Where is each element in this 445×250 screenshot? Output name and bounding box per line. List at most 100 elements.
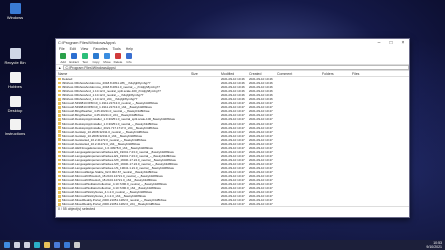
desktop-icon-label: Recycle Bin (4, 60, 26, 65)
store-icon[interactable] (54, 242, 60, 248)
folder-icon (58, 81, 61, 85)
window-title: C:\Program Files\WindowsApps\ (58, 40, 116, 45)
folder-icon (58, 134, 61, 137)
column-header-cell[interactable]: Files (352, 72, 382, 76)
file-manager-window: C:\Program Files\WindowsApps\ – □ × File… (55, 38, 410, 218)
toolbar-button[interactable]: Delete (113, 52, 123, 64)
desktop-icon-image (9, 96, 21, 107)
desktop-icon[interactable]: Windows (3, 3, 27, 20)
column-header-cell[interactable]: Folders (322, 72, 352, 76)
folder-icon (58, 142, 61, 146)
column-header-cell[interactable]: Created (249, 72, 277, 76)
folder-icon (58, 150, 61, 154)
folder-icon (58, 89, 61, 93)
address-input[interactable]: C:\Program Files\WindowsApps\ (63, 65, 409, 70)
folder-icon (58, 93, 61, 97)
toolbar-label: Add (60, 60, 66, 64)
column-header-cell[interactable]: Modified (221, 72, 249, 76)
desktop-icon-label: Windows (6, 15, 24, 20)
desktop-icon[interactable]: Recycle Bin (3, 48, 27, 65)
menu-item[interactable]: File (59, 47, 65, 51)
toolbar-button[interactable]: Info (124, 52, 134, 64)
folder-icon (58, 85, 61, 89)
desktop-icon-image (9, 119, 21, 130)
folder-icon (58, 174, 61, 178)
toolbar-icon (60, 53, 66, 59)
task-view-icon[interactable] (24, 242, 30, 248)
folder-icon (58, 199, 61, 202)
maximize-icon[interactable]: □ (385, 40, 397, 46)
folder-icon (58, 130, 61, 133)
desktop-icon[interactable]: Instructions (3, 119, 27, 136)
toolbar-button[interactable]: Test (80, 52, 90, 64)
toolbar-label: Info (126, 60, 132, 64)
desktop-icon[interactable]: Desktop (3, 96, 27, 113)
folder-icon (58, 102, 61, 105)
column-header-cell[interactable]: Comment (277, 72, 322, 76)
menu-item[interactable]: View (81, 47, 89, 51)
folder-icon (58, 170, 61, 174)
toolbar-label: Copy (92, 60, 100, 64)
toolbar-icon (126, 53, 132, 59)
folder-icon (58, 146, 61, 150)
menu-item[interactable]: Help (126, 47, 133, 51)
explorer-icon[interactable] (44, 242, 50, 248)
toolbar-label: Delete (113, 60, 123, 64)
folder-icon (58, 126, 61, 129)
toolbar-icon (82, 53, 88, 59)
created-cell: 2021-09-10 10:47 (249, 202, 273, 206)
taskbar: 10:53 9/10/2021 (0, 240, 445, 250)
folder-icon (58, 191, 61, 194)
folder-icon (58, 77, 61, 81)
toolbar-icon (104, 53, 110, 59)
close-icon[interactable]: × (397, 40, 409, 46)
folder-icon (58, 158, 61, 162)
search-icon[interactable] (14, 242, 20, 248)
modified-cell: 2021-09-10 10:47 (221, 202, 245, 206)
title-bar[interactable]: C:\Program Files\WindowsApps\ – □ × (56, 39, 409, 46)
toolbar-button[interactable]: Move (102, 52, 112, 64)
minimize-icon[interactable]: – (373, 40, 385, 46)
toolbar-label: Extract (69, 60, 79, 64)
column-header-cell[interactable]: Size (191, 72, 221, 76)
folder-icon (58, 182, 61, 186)
folder-icon (58, 187, 61, 190)
start-icon[interactable] (4, 242, 10, 248)
menu-item[interactable]: Tools (113, 47, 121, 51)
folder-icon (58, 195, 61, 198)
menu-item[interactable]: Favorites (93, 47, 107, 51)
toolbar-icon (93, 53, 99, 59)
folder-icon (58, 106, 61, 109)
file-name: Microsoft.MixedReality.Portal_2000.21051… (62, 202, 161, 206)
clock-date: 9/10/2021 (426, 245, 442, 249)
desktop-icon[interactable]: Hobbes (3, 72, 27, 89)
toolbar-icon (115, 53, 121, 59)
desktop-icon-label: Desktop (7, 108, 23, 113)
toolbar-icon (71, 53, 77, 59)
7zip-icon[interactable] (74, 242, 80, 248)
toolbar-label: Move (103, 60, 111, 64)
folder-icon (58, 166, 61, 170)
desktop-icon-image (9, 72, 21, 83)
desktop-icon-label: Instructions (4, 131, 26, 136)
mail-icon[interactable] (64, 242, 70, 248)
system-clock[interactable]: 10:53 9/10/2021 (426, 241, 442, 249)
toolbar-button[interactable]: Extract (69, 52, 79, 64)
toolbar: Add Extract Test Copy Move Delete Info (56, 52, 409, 65)
status-bar: 0 / 55 object(s) selected (56, 206, 409, 212)
folder-icon (58, 203, 61, 206)
folder-icon (58, 98, 61, 101)
desktop-icon-label: Hobbes (8, 84, 22, 89)
folder-icon (58, 138, 61, 141)
folder-icon (58, 114, 61, 117)
edge-icon[interactable] (34, 242, 40, 248)
toolbar-label: Test (82, 60, 88, 64)
toolbar-button[interactable]: Add (58, 52, 68, 64)
folder-icon (58, 110, 61, 113)
folder-up-icon[interactable]: ▲ (58, 66, 61, 70)
menu-item[interactable]: Edit (70, 47, 76, 51)
desktop-icon-image (9, 3, 21, 14)
column-header-cell[interactable]: Name (56, 72, 191, 76)
name-cell: Microsoft.MixedReality.Portal_2000.21051… (56, 202, 191, 206)
toolbar-button[interactable]: Copy (91, 52, 101, 64)
